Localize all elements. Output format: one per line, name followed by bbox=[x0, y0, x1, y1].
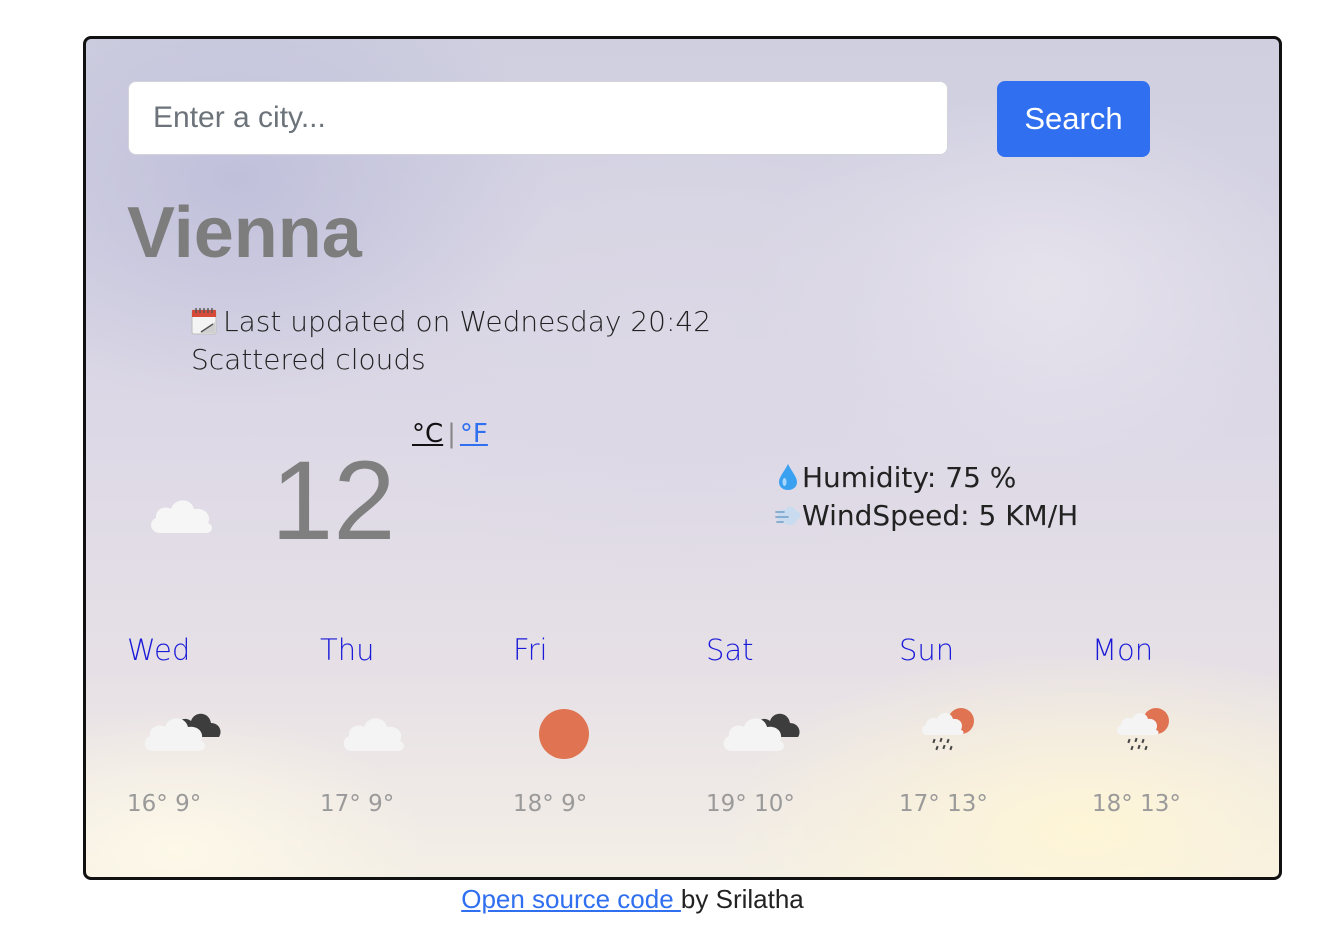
unit-toggle: °C | °F bbox=[412, 419, 488, 449]
cloud-icon bbox=[343, 718, 404, 751]
sun-icon bbox=[539, 709, 589, 759]
forecast-day: Fri 18° 9° bbox=[513, 633, 693, 817]
calendar-icon bbox=[191, 308, 217, 335]
humidity-text: Humidity: 75 % bbox=[802, 461, 1017, 494]
wind-icon bbox=[775, 506, 801, 526]
wind-speed-text: WindSpeed: 5 KM/H bbox=[802, 499, 1079, 532]
city-name: Vienna bbox=[127, 193, 362, 273]
forecast-temps: 19° 10° bbox=[706, 791, 795, 817]
forecast-temps: 18° 9° bbox=[513, 791, 588, 817]
last-updated: Last updated on Wednesday 20:42 bbox=[191, 303, 711, 341]
weather-app: Search Vienna Last updated on Wednesday … bbox=[83, 36, 1282, 880]
weather-description: Scattered clouds bbox=[191, 343, 426, 376]
current-temperature: 12 bbox=[271, 438, 396, 563]
source-code-link[interactable]: Open source code bbox=[461, 884, 681, 914]
broken-clouds-icon bbox=[144, 713, 221, 751]
droplet-icon bbox=[779, 464, 797, 490]
celsius-link[interactable]: °C bbox=[412, 419, 443, 449]
footer: Open source code by Srilatha bbox=[0, 884, 1265, 915]
forecast-temps: 16° 9° bbox=[127, 791, 202, 817]
humidity: Humidity: 75 % bbox=[774, 459, 1078, 497]
search-form: Search bbox=[128, 81, 1228, 157]
forecast-day: Sat 19° 10° bbox=[706, 633, 886, 817]
forecast-temps: 17° 9° bbox=[320, 791, 395, 817]
forecast-day: Mon 18° 13° bbox=[1092, 633, 1272, 817]
last-updated-text: Last updated on Wednesday 20:42 bbox=[223, 305, 712, 338]
forecast-temps: 18° 13° bbox=[1092, 791, 1181, 817]
broken-clouds-icon bbox=[723, 713, 800, 751]
forecast-temps: 17° 13° bbox=[899, 791, 988, 817]
current-conditions: 12 °C | °F bbox=[146, 419, 566, 579]
rain-sun-icon bbox=[921, 708, 974, 751]
forecast-day-name: Thu bbox=[320, 633, 375, 667]
footer-credit: by Srilatha bbox=[680, 884, 804, 914]
forecast-day: Thu 17° 9° bbox=[320, 633, 500, 817]
forecast: Wed 16° 9° Thu 17° 9° Fri 18° 9° Sat 19°… bbox=[127, 633, 1247, 835]
weather-stats: Humidity: 75 % WindSpeed: 5 KM/H bbox=[774, 459, 1078, 535]
wind-speed: WindSpeed: 5 KM/H bbox=[774, 497, 1078, 535]
forecast-day-name: Sat bbox=[706, 633, 754, 667]
forecast-day: Sun 17° 13° bbox=[899, 633, 1079, 817]
unit-separator: | bbox=[447, 419, 456, 449]
forecast-day-name: Fri bbox=[513, 633, 548, 667]
forecast-day-name: Mon bbox=[1092, 633, 1154, 667]
fahrenheit-link[interactable]: °F bbox=[460, 419, 488, 449]
forecast-day-name: Wed bbox=[127, 633, 191, 667]
forecast-day: Wed 16° 9° bbox=[127, 633, 307, 817]
weather-details: Last updated on Wednesday 20:42 Scattere… bbox=[191, 303, 711, 379]
forecast-day-name: Sun bbox=[899, 633, 955, 667]
rain-sun-icon bbox=[1116, 708, 1169, 751]
search-button[interactable]: Search bbox=[997, 81, 1150, 157]
cloud-icon bbox=[151, 500, 212, 533]
city-search-input[interactable] bbox=[128, 81, 948, 155]
